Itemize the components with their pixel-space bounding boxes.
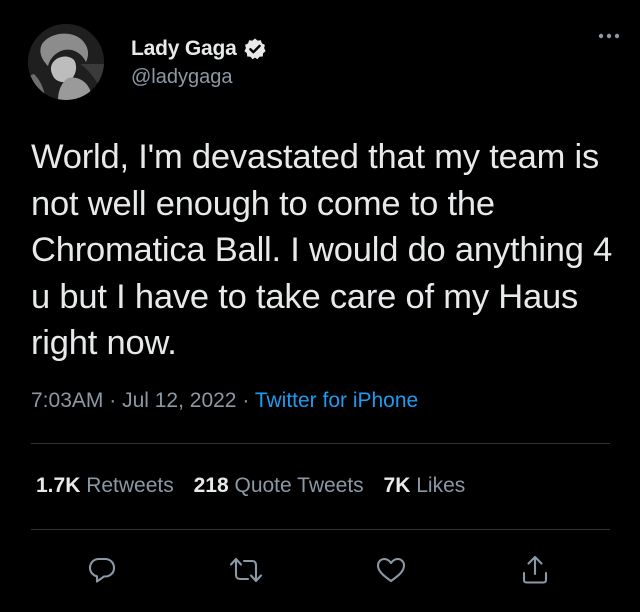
avatar[interactable] bbox=[28, 24, 104, 100]
meta-separator: · bbox=[242, 389, 250, 412]
share-button[interactable] bbox=[515, 550, 555, 590]
quote-tweets-count: 218 bbox=[193, 474, 229, 497]
tweet-detail: Lady Gaga @ladygaga World, I'm devastate… bbox=[0, 0, 640, 612]
tweet-meta: 7:03AM · Jul 12, 2022 · Twitter for iPho… bbox=[31, 389, 418, 413]
reply-button[interactable] bbox=[82, 550, 122, 590]
action-bar bbox=[0, 550, 640, 590]
like-icon bbox=[376, 557, 406, 583]
reply-icon bbox=[88, 557, 116, 583]
verified-badge-icon bbox=[243, 37, 267, 61]
quote-tweets-stat[interactable]: 218 Quote Tweets bbox=[194, 474, 364, 497]
tweet-text: World, I'm devastated that my team is no… bbox=[31, 138, 613, 362]
divider bbox=[31, 529, 610, 530]
tweet-time[interactable]: 7:03AM bbox=[31, 389, 103, 412]
retweets-label: Retweets bbox=[86, 474, 174, 497]
retweet-icon bbox=[229, 557, 263, 583]
likes-label: Likes bbox=[416, 474, 466, 497]
engagement-stats: 1.7K Retweets 218 Quote Tweets 7K Likes bbox=[36, 474, 479, 498]
retweets-count: 1.7K bbox=[36, 474, 81, 497]
like-button[interactable] bbox=[371, 550, 411, 590]
more-options-icon[interactable] bbox=[596, 26, 622, 46]
retweets-stat[interactable]: 1.7K Retweets bbox=[36, 474, 174, 497]
retweet-button[interactable] bbox=[226, 550, 266, 590]
tweet-date[interactable]: Jul 12, 2022 bbox=[122, 389, 236, 412]
meta-separator: · bbox=[109, 389, 117, 412]
author-name-row[interactable]: Lady Gaga bbox=[131, 36, 267, 62]
likes-count: 7K bbox=[383, 474, 411, 497]
tweet-source-link[interactable]: Twitter for iPhone bbox=[255, 389, 418, 412]
share-icon bbox=[522, 555, 548, 584]
author-handle[interactable]: @ladygaga bbox=[131, 66, 232, 89]
divider bbox=[31, 443, 610, 444]
avatar-photo bbox=[28, 24, 104, 100]
quote-tweets-label: Quote Tweets bbox=[234, 474, 364, 497]
likes-stat[interactable]: 7K Likes bbox=[384, 474, 466, 497]
author-display-name[interactable]: Lady Gaga bbox=[131, 37, 237, 61]
